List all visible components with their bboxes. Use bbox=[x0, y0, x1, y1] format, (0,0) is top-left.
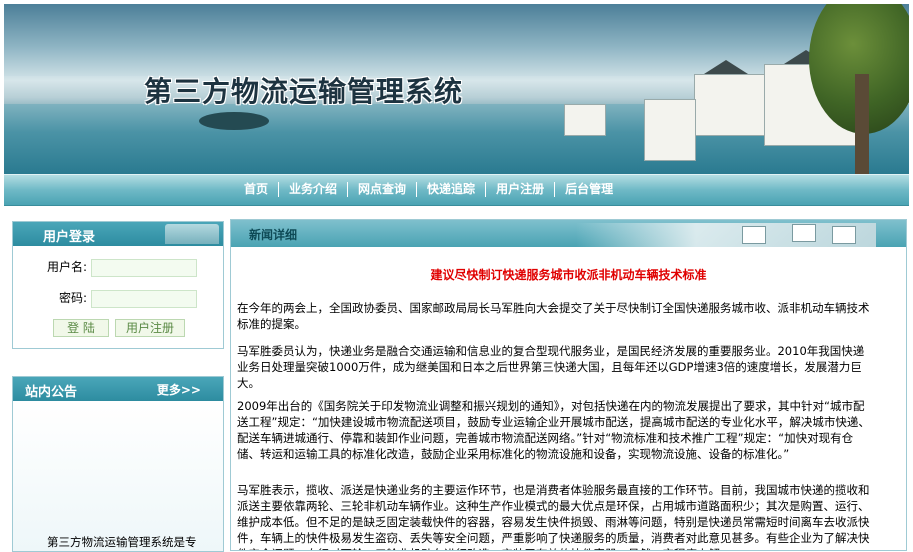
nav-item-outlet-search[interactable]: 网点查询 bbox=[348, 182, 418, 197]
nav-item-home[interactable]: 首页 bbox=[240, 182, 280, 197]
password-input[interactable] bbox=[90, 290, 197, 308]
banner-island bbox=[199, 112, 269, 130]
login-button[interactable]: 登 陆 bbox=[53, 319, 109, 337]
banner-house bbox=[644, 99, 696, 161]
nav-item-register[interactable]: 用户注册 bbox=[486, 182, 556, 197]
notice-panel-header: 站内公告 更多>> bbox=[13, 377, 223, 401]
article-paragraph: 马军胜委员认为，快递业务是融合交通运输和信息业的复合型现代服务业，是国民经济发展… bbox=[237, 344, 865, 390]
notice-panel-title: 站内公告 bbox=[25, 385, 78, 400]
nav-item-tracking[interactable]: 快递追踪 bbox=[417, 182, 487, 197]
nav-item-admin[interactable]: 后台管理 bbox=[555, 182, 623, 197]
banner-house bbox=[694, 74, 766, 136]
news-section-title: 新闻详细 bbox=[249, 228, 298, 242]
news-detail-panel: 新闻详细 建议尽快制订快递服务城市收派非机动车辆技术标准 在今年的两会上，全国政… bbox=[230, 219, 907, 551]
article-paragraph: 马军胜表示，揽收、派送是快递业务的主要运作环节，也是消费者体验服务最直接的工作环… bbox=[237, 483, 870, 550]
username-label: 用户名: bbox=[46, 260, 87, 274]
username-input[interactable] bbox=[90, 259, 197, 277]
nav-item-business[interactable]: 业务介绍 bbox=[279, 182, 349, 197]
header-house-decoration bbox=[792, 224, 816, 242]
main-nav: 首页 业务介绍 网点查询 快递追踪 用户注册 后台管理 bbox=[4, 174, 909, 206]
banner-house bbox=[564, 104, 606, 136]
header-decoration bbox=[165, 224, 219, 244]
notice-body: 第三方物流运输管理系统是专 bbox=[13, 403, 223, 551]
login-panel-title: 用户登录 bbox=[43, 230, 96, 245]
notice-scroll-item[interactable]: 第三方物流运输管理系统是专 bbox=[47, 534, 197, 550]
header-banner: 第三方物流运输管理系统 bbox=[4, 4, 909, 174]
site-title: 第三方物流运输管理系统 bbox=[144, 75, 464, 108]
banner-roof bbox=[704, 60, 748, 74]
article-title: 建议尽快制订快递服务城市收派非机动车辆技术标准 bbox=[430, 268, 707, 282]
login-panel-header: 用户登录 bbox=[13, 222, 223, 246]
header-house-decoration bbox=[832, 226, 856, 244]
header-house-decoration bbox=[742, 226, 766, 244]
article-paragraph: 2009年出台的《国务院关于印发物流业调整和振兴规划的通知》，对包括快递在内的物… bbox=[237, 399, 870, 461]
article-paragraph: 在今年的两会上，全国政协委员、国家邮政局局长马军胜向大会提交了关于尽快制订全国快… bbox=[237, 301, 870, 331]
register-button[interactable]: 用户注册 bbox=[115, 319, 185, 337]
password-label: 密码: bbox=[58, 291, 87, 305]
notice-panel: 站内公告 更多>> 第三方物流运输管理系统是专 bbox=[12, 376, 224, 552]
banner-tree-trunk bbox=[855, 74, 869, 174]
header-decoration bbox=[576, 223, 876, 247]
notice-more-link[interactable]: 更多>> bbox=[157, 381, 201, 398]
login-panel: 用户登录 用户名: 密码: 登 陆 用户注册 bbox=[12, 221, 224, 349]
password-row: 密码: bbox=[33, 289, 197, 308]
username-row: 用户名: bbox=[33, 258, 197, 277]
news-panel-header: 新闻详细 bbox=[231, 220, 906, 247]
